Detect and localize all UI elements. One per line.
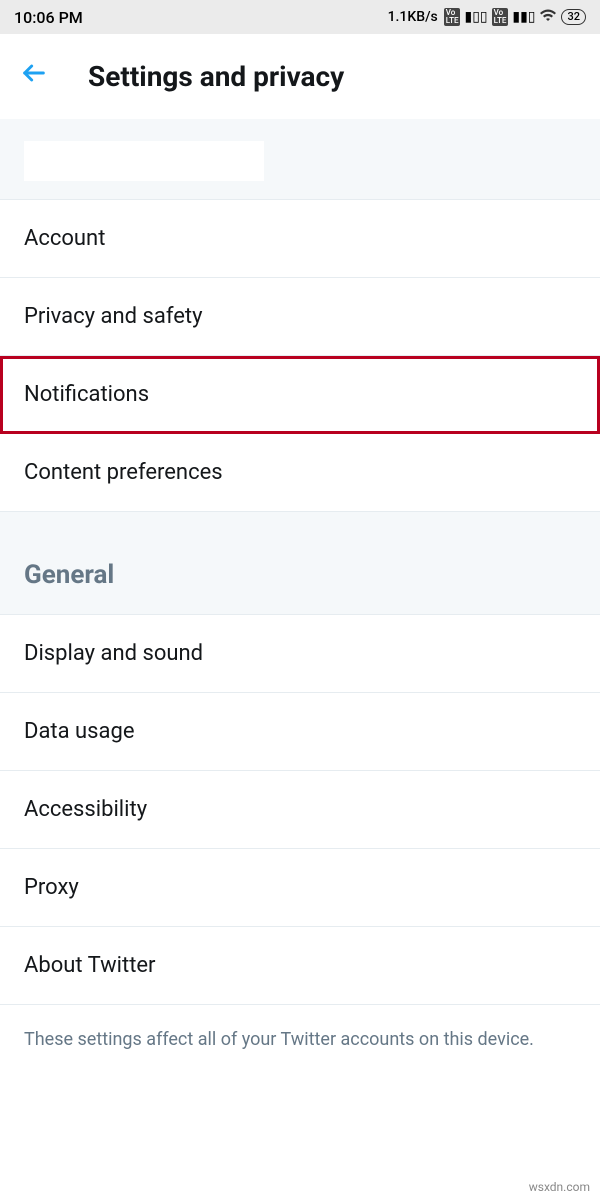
account-info-block bbox=[0, 119, 600, 200]
app-header: Settings and privacy bbox=[0, 34, 600, 119]
settings-item-label: Content preferences bbox=[24, 460, 223, 485]
account-placeholder bbox=[24, 141, 264, 181]
settings-item-label: About Twitter bbox=[24, 953, 156, 978]
settings-item-proxy[interactable]: Proxy bbox=[0, 849, 600, 927]
footer-note: These settings affect all of your Twitte… bbox=[0, 1005, 600, 1074]
settings-item-label: Account bbox=[24, 226, 105, 251]
settings-item-label: Proxy bbox=[24, 875, 79, 900]
status-right: 1.1KB/s VoLTE ▮▯▯ VoLTE ▮▮▯ 32 bbox=[388, 8, 586, 27]
status-bar: 10:06 PM 1.1KB/s VoLTE ▮▯▯ VoLTE ▮▮▯ 32 bbox=[0, 0, 600, 34]
settings-item-label: Notifications bbox=[24, 382, 149, 407]
settings-list-account: Account Privacy and safety Notifications… bbox=[0, 200, 600, 512]
volte-icon-1: VoLTE bbox=[444, 8, 461, 26]
settings-item-label: Display and sound bbox=[24, 641, 203, 666]
settings-item-accessibility[interactable]: Accessibility bbox=[0, 771, 600, 849]
settings-item-content-preferences[interactable]: Content preferences bbox=[0, 434, 600, 512]
settings-item-about-twitter[interactable]: About Twitter bbox=[0, 927, 600, 1005]
section-header-general: General bbox=[0, 512, 600, 615]
status-data-rate: 1.1KB/s bbox=[388, 9, 438, 25]
settings-item-label: Accessibility bbox=[24, 797, 147, 822]
page-title: Settings and privacy bbox=[88, 60, 344, 93]
signal-icon-2: ▮▮▯ bbox=[512, 9, 535, 25]
settings-item-account[interactable]: Account bbox=[0, 200, 600, 278]
back-arrow-icon[interactable] bbox=[20, 59, 48, 95]
signal-icon-1: ▮▯▯ bbox=[464, 9, 487, 25]
watermark: wsxdn.com bbox=[529, 1180, 590, 1194]
settings-item-label: Data usage bbox=[24, 719, 135, 744]
settings-item-notifications[interactable]: Notifications bbox=[0, 356, 600, 434]
settings-item-data-usage[interactable]: Data usage bbox=[0, 693, 600, 771]
wifi-icon bbox=[539, 8, 557, 27]
settings-list-general: Display and sound Data usage Accessibili… bbox=[0, 615, 600, 1005]
settings-item-label: Privacy and safety bbox=[24, 304, 203, 329]
battery-icon: 32 bbox=[561, 9, 586, 25]
volte-icon-2: VoLTE bbox=[492, 8, 509, 26]
settings-item-privacy[interactable]: Privacy and safety bbox=[0, 278, 600, 356]
settings-item-display-sound[interactable]: Display and sound bbox=[0, 615, 600, 693]
status-time: 10:06 PM bbox=[14, 8, 83, 27]
